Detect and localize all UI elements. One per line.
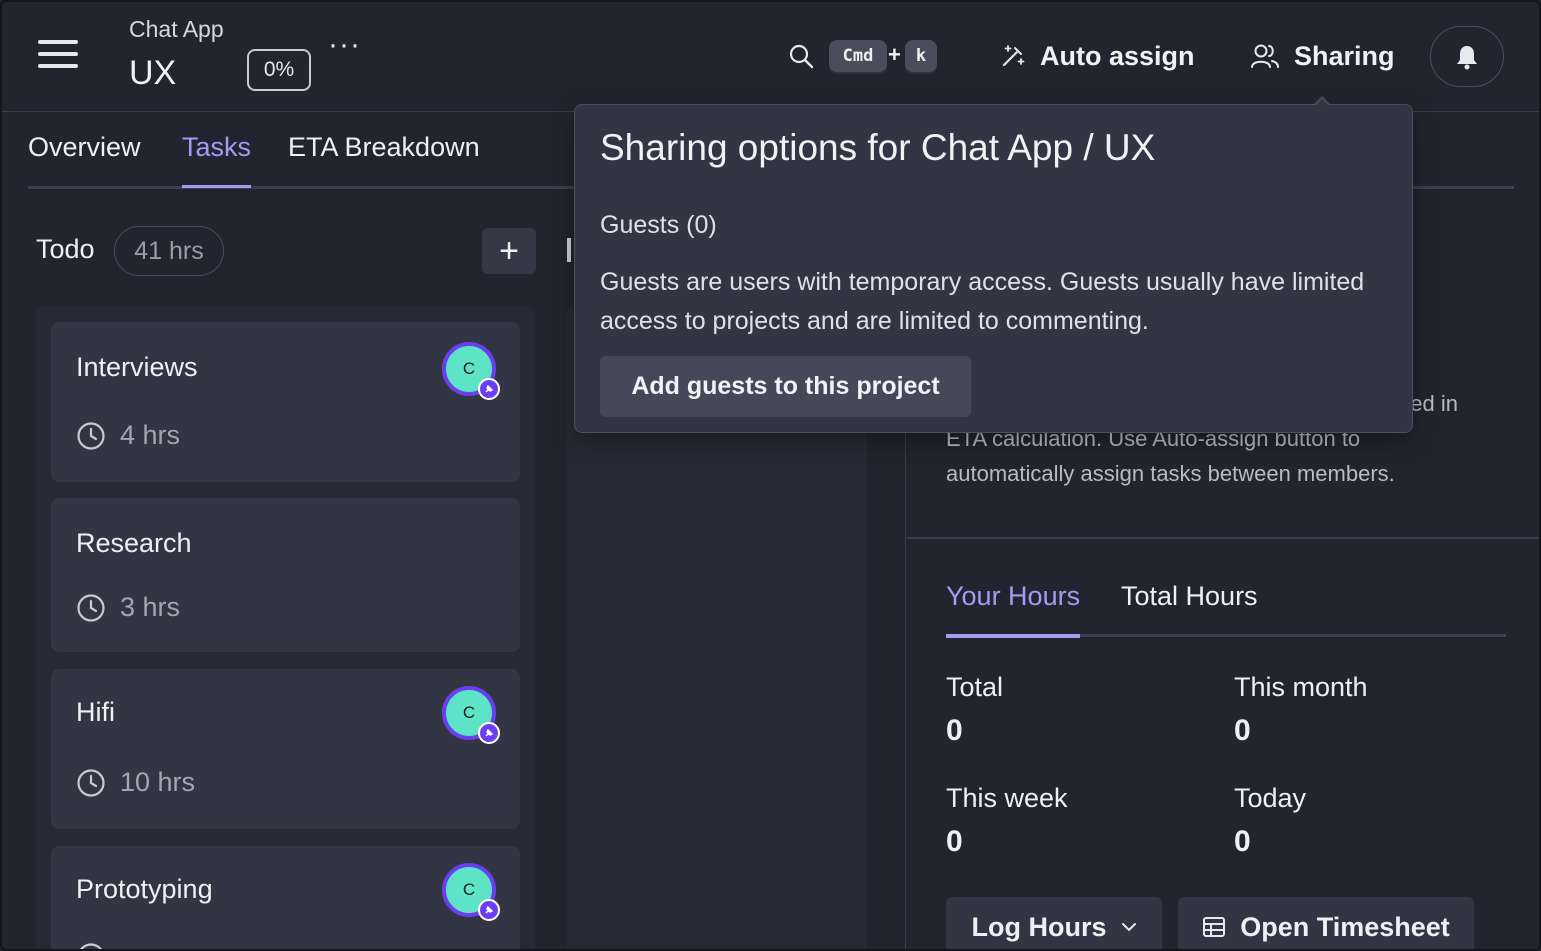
task-hours: 10 hrs	[76, 767, 195, 798]
hours-tabs: Your Hours Total Hours	[946, 577, 1506, 638]
notifications-button[interactable]	[1430, 26, 1504, 87]
stat-month-label: This month	[1234, 672, 1368, 702]
clock-icon	[77, 421, 105, 450]
task-hours: 3 hrs	[76, 592, 180, 623]
avatar-initial: C	[462, 880, 476, 899]
table-icon	[1203, 917, 1226, 937]
task-title: Prototyping	[76, 874, 213, 904]
task-card[interactable]: Interviews C 4 hrs	[51, 322, 520, 482]
task-hours	[76, 942, 106, 949]
stat-week-label: This week	[946, 783, 1068, 813]
log-hours-button[interactable]: Log Hours	[946, 897, 1162, 949]
task-hours-value: 4 hrs	[120, 420, 181, 450]
stat-today-label: Today	[1234, 783, 1307, 813]
add-guests-button[interactable]: Add guests to this project	[600, 356, 971, 417]
users-icon	[1251, 44, 1279, 68]
sharing-button[interactable]: Sharing	[1250, 32, 1395, 80]
add-task-button[interactable]: +	[482, 228, 536, 274]
pin-icon	[478, 899, 500, 921]
magic-wand-icon	[1002, 45, 1025, 67]
stat-month-value: 0	[1234, 714, 1251, 747]
todo-column-title: Todo	[36, 234, 95, 264]
shortcut-cmd-key: Cmd	[829, 40, 887, 72]
progress-badge: 0%	[247, 49, 311, 91]
clock-icon	[80, 943, 102, 949]
auto-assign-button[interactable]: Auto assign	[1000, 32, 1195, 80]
log-hours-label: Log Hours	[971, 911, 1107, 942]
app-window: Chat App UX 0% ··· Cmd + k Auto assign S…	[0, 0, 1541, 951]
stat-week-value: 0	[946, 825, 963, 858]
tab-eta-breakdown[interactable]: ETA Breakdown	[288, 132, 480, 185]
sharing-popover: Sharing options for Chat App / UX Guests…	[574, 104, 1413, 433]
shortcut-k-key: k	[905, 40, 937, 72]
popover-arrow-fill	[1314, 99, 1330, 107]
guests-count-label: Guests (0)	[600, 211, 717, 239]
column-title-partial	[567, 238, 571, 262]
task-title: Research	[76, 528, 192, 558]
tab-overview[interactable]: Overview	[28, 132, 141, 185]
top-header: Chat App UX 0% ··· Cmd + k Auto assign S…	[2, 2, 1539, 112]
divider	[907, 537, 1539, 539]
avatar-initial: C	[462, 359, 476, 378]
menu-icon[interactable]	[38, 40, 80, 74]
stat-today-value: 0	[1234, 825, 1251, 858]
avatar-initial: C	[462, 703, 476, 722]
stat-total-value: 0	[946, 714, 963, 747]
auto-assign-label: Auto assign	[1040, 40, 1195, 71]
open-timesheet-button[interactable]: Open Timesheet	[1178, 897, 1474, 949]
search-icon[interactable]	[787, 42, 815, 70]
clock-icon	[77, 593, 105, 622]
task-hours: 4 hrs	[76, 420, 180, 451]
pin-icon	[478, 722, 500, 744]
task-card[interactable]: Hifi C 10 hrs	[51, 669, 520, 829]
todo-hours-badge: 41 hrs	[114, 226, 224, 276]
open-timesheet-label: Open Timesheet	[1240, 911, 1450, 942]
stat-total-label: Total	[946, 672, 1004, 702]
chevron-down-icon	[1121, 923, 1136, 932]
more-options-icon[interactable]: ···	[328, 30, 361, 60]
sharing-label: Sharing	[1294, 40, 1395, 71]
tab-tasks[interactable]: Tasks	[182, 132, 252, 188]
tab-total-hours[interactable]: Total Hours	[1121, 581, 1258, 634]
task-title: Interviews	[76, 352, 198, 382]
project-name: Chat App	[129, 16, 224, 42]
guests-description: Guests are users with temporary access. …	[600, 268, 1365, 335]
task-hours-value: 3 hrs	[120, 592, 181, 622]
section-name: UX	[129, 54, 177, 92]
task-card[interactable]: Research 3 hrs	[51, 498, 520, 652]
avatar[interactable]: C	[442, 686, 500, 744]
tab-your-hours[interactable]: Your Hours	[946, 581, 1081, 638]
task-hours-value: 10 hrs	[120, 767, 196, 797]
popover-title: Sharing options for Chat App / UX	[600, 127, 1156, 168]
task-title: Hifi	[76, 697, 115, 727]
bell-icon	[1457, 45, 1477, 69]
eta-info-line-3: automatically assign tasks between membe…	[946, 461, 1395, 486]
avatar[interactable]: C	[442, 342, 500, 400]
shortcut-plus: +	[888, 42, 901, 67]
task-card[interactable]: Prototyping C	[51, 846, 520, 949]
pin-icon	[478, 378, 500, 400]
clock-icon	[77, 768, 105, 797]
avatar[interactable]: C	[442, 863, 500, 921]
